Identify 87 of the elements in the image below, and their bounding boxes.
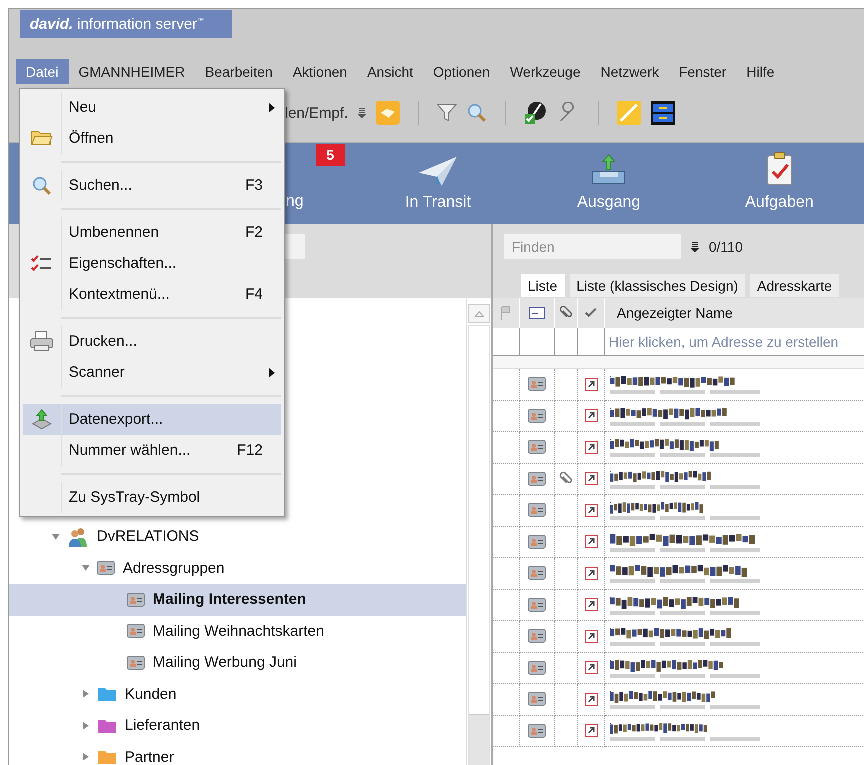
- card-column-header[interactable]: [520, 298, 555, 328]
- nav-item[interactable]: Aufgaben: [694, 143, 864, 224]
- menu-item[interactable]: Suchen... F3: [23, 170, 281, 201]
- view-tab[interactable]: Adresskarte: [750, 274, 840, 297]
- collapsed-caret-icon[interactable]: [81, 689, 91, 700]
- menu-item[interactable]: Datenexport...: [23, 404, 281, 435]
- done-column-header[interactable]: [578, 298, 605, 328]
- menu-item[interactable]: Eigenschaften...: [23, 248, 281, 279]
- contact-card-icon: [528, 598, 546, 612]
- export-icon: [31, 408, 53, 430]
- clipboard-check-icon: [766, 152, 794, 186]
- printer-icon: [30, 330, 54, 352]
- view-tab[interactable]: Liste (klassisches Design): [570, 274, 746, 297]
- contact-card-icon: [528, 472, 546, 486]
- collapsed-caret-icon[interactable]: [81, 720, 91, 731]
- menu-bar-item[interactable]: Ansicht: [357, 59, 424, 84]
- tree-item[interactable]: Partner: [9, 742, 466, 765]
- menu-item[interactable]: Umbenennen F2: [23, 217, 281, 248]
- scrollbar-thumb[interactable]: [469, 714, 489, 765]
- menu-bar-item[interactable]: Netzwerk: [590, 59, 670, 84]
- nav-item[interactable]: In Transit: [352, 143, 524, 224]
- menu-item[interactable]: Zu SysTray-Symbol: [23, 482, 281, 513]
- contact-card-icon: [127, 592, 145, 607]
- menu-bar-item[interactable]: Hilfe: [736, 59, 785, 84]
- filter-icon[interactable]: [437, 103, 458, 123]
- checkmark-icon: [585, 308, 597, 318]
- contact-card-icon: [528, 377, 546, 392]
- find-field[interactable]: Finden: [504, 234, 681, 259]
- contact-card-icon: [528, 503, 546, 518]
- tree-item[interactable]: Kunden: [9, 678, 466, 710]
- checklist-icon: [31, 254, 53, 274]
- contact-card-icon: [529, 307, 545, 319]
- speech-check-icon[interactable]: [524, 101, 548, 125]
- folder-icon: [31, 130, 53, 147]
- tree-item[interactable]: DvRELATIONS: [9, 521, 466, 552]
- dropdown-icon[interactable]: [691, 242, 699, 252]
- nav-item[interactable]: Ausgang: [524, 143, 694, 224]
- paper-plane-icon: [418, 156, 458, 186]
- tree-item[interactable]: Lieferanten: [9, 710, 466, 742]
- app-logo: david. information server$^{™}$: [20, 10, 232, 38]
- outbox-icon: [590, 154, 627, 186]
- people-icon: [67, 526, 89, 547]
- column-header[interactable]: Angezeigter Name: [605, 298, 864, 328]
- contact-card-icon: [528, 629, 546, 644]
- tree-item[interactable]: Mailing Werbung Juni: [9, 647, 466, 678]
- count-badge: 5: [316, 144, 345, 166]
- menu-item[interactable]: Scanner: [23, 357, 281, 388]
- menu-item[interactable]: Kontextmenü... F4: [23, 279, 281, 310]
- cabinet-icon[interactable]: [651, 101, 676, 125]
- collapsed-caret-icon[interactable]: [81, 752, 91, 762]
- menu-bar-item[interactable]: Werkzeuge: [500, 59, 591, 84]
- contact-card-icon: [528, 692, 546, 706]
- menu-item[interactable]: Öffnen: [23, 123, 281, 154]
- menu-item[interactable]: Nummer wählen... F12: [23, 435, 281, 466]
- search-icon: [32, 176, 52, 196]
- contact-card-icon: [528, 408, 546, 423]
- attachment-column-header[interactable]: [555, 298, 578, 328]
- tree-item[interactable]: Mailing Weihnachtskarten: [9, 616, 466, 647]
- menu-bar-item[interactable]: Aktionen: [282, 59, 358, 84]
- menu-item[interactable]: Neu: [23, 92, 281, 123]
- contact-card-icon: [127, 656, 145, 670]
- menu-item[interactable]: Drucken...: [23, 326, 281, 357]
- contact-card-icon: [127, 624, 145, 638]
- contact-card-icon: [528, 440, 546, 454]
- scroll-up-button[interactable]: [468, 304, 490, 323]
- menu-bar-item[interactable]: Optionen: [423, 59, 500, 84]
- contact-card-icon: [528, 660, 546, 675]
- menu-bar-item[interactable]: GMANNHEIMER: [68, 59, 196, 84]
- contact-card-icon: [528, 724, 546, 738]
- view-tab[interactable]: Liste: [521, 274, 565, 297]
- contact-card-icon: [528, 566, 546, 580]
- toolbar-label[interactable]: len/Empf.: [285, 104, 348, 122]
- contact-card-icon: [528, 534, 546, 549]
- expanded-caret-icon[interactable]: [51, 532, 61, 542]
- flag-icon: [500, 306, 512, 320]
- scroll-up-icon: [474, 310, 484, 316]
- menu-bar-item[interactable]: Bearbeiten: [195, 59, 283, 84]
- tree-item[interactable]: Adressgruppen: [9, 552, 466, 584]
- search-icon[interactable]: [467, 103, 488, 123]
- menu-bar-item[interactable]: Datei: [16, 59, 69, 84]
- slash-tile-icon[interactable]: [617, 101, 642, 125]
- contact-card-icon: [97, 561, 115, 576]
- expanded-caret-icon[interactable]: [81, 563, 91, 574]
- sticker-icon[interactable]: [376, 101, 400, 125]
- result-count: 0/110: [709, 238, 743, 254]
- tree-item[interactable]: Mailing Interessenten: [9, 584, 466, 616]
- menu-bar-item[interactable]: Fenster: [669, 59, 737, 84]
